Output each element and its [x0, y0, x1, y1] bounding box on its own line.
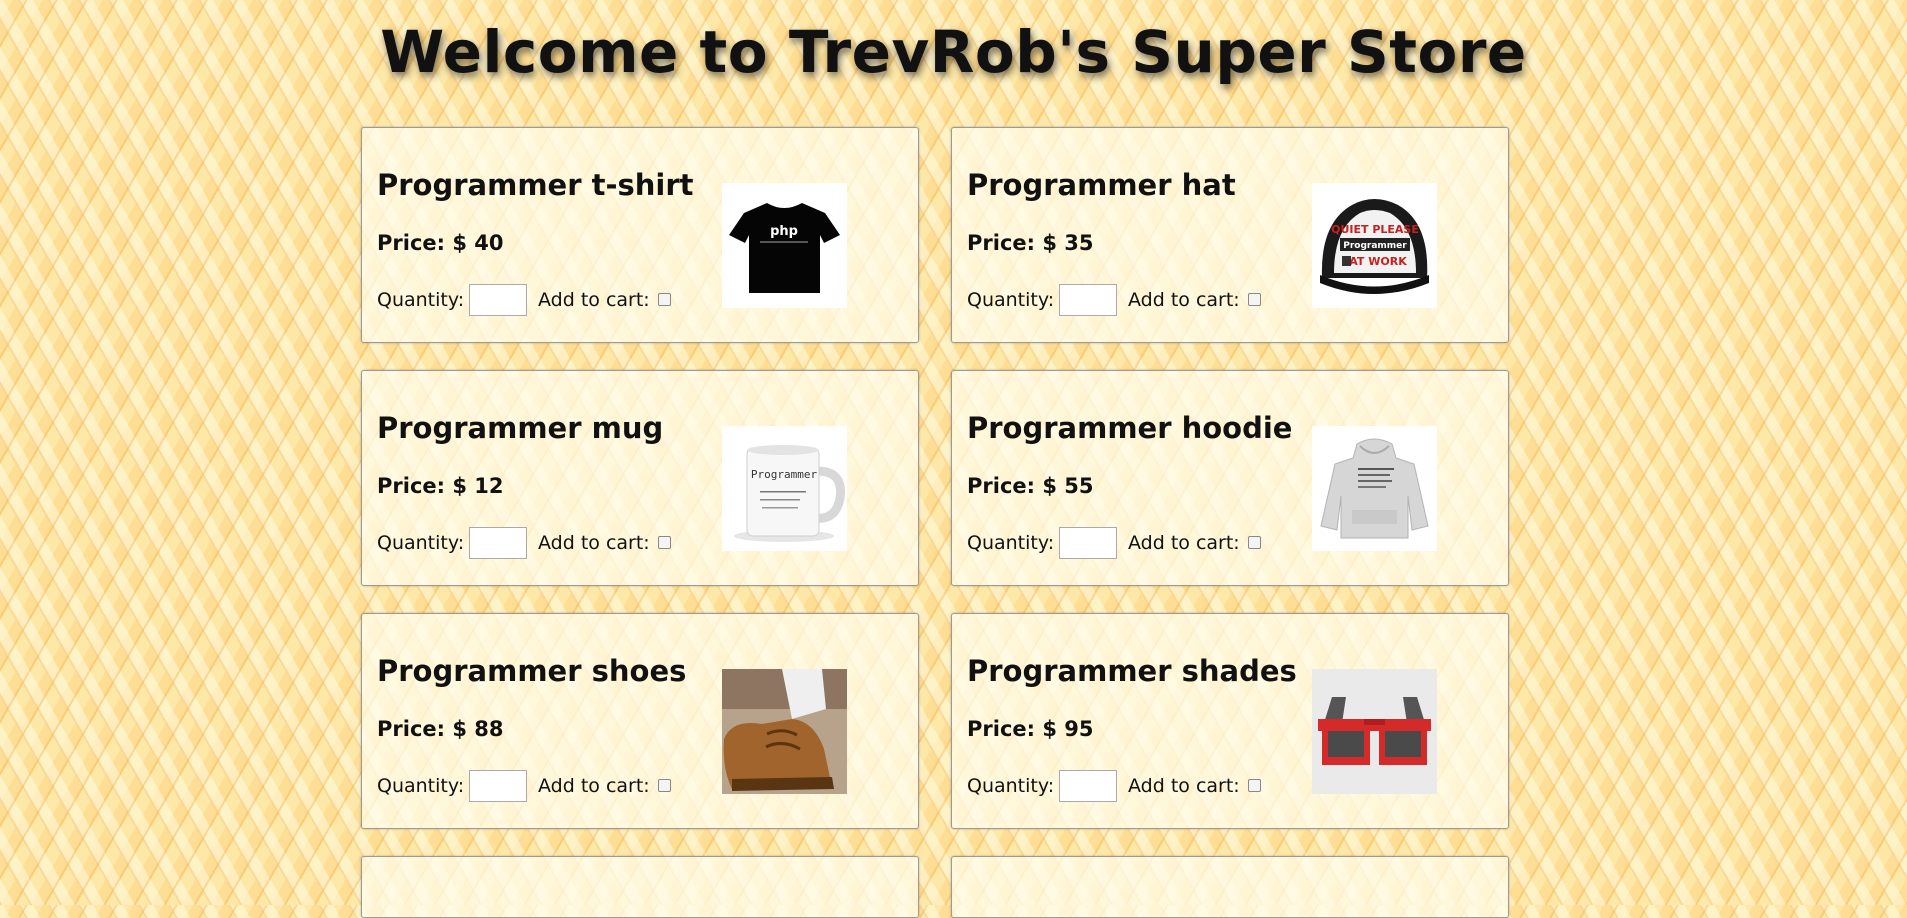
add-to-cart-label: Add to cart: [538, 289, 650, 311]
product-card-shades: Programmer shades Price: $ 95 Quantity: … [951, 613, 1509, 829]
product-image-mug: Programmer [722, 426, 847, 551]
add-to-cart-label: Add to cart: [1128, 289, 1240, 311]
product-card-hoodie: Programmer hoodie Price: $ 55 Quantity: … [951, 370, 1509, 586]
product-image-hat: QUIET PLEASE Programmer AT WORK [1312, 183, 1437, 308]
quantity-label: Quantity: [377, 532, 465, 554]
product-image-shades [1312, 669, 1437, 794]
quantity-input[interactable] [1059, 284, 1117, 316]
product-name: Programmer shades [967, 654, 1297, 688]
page-title: Welcome to TrevRob's Super Store [380, 18, 1527, 86]
quantity-input[interactable] [469, 527, 527, 559]
add-to-cart-label: Add to cart: [538, 775, 650, 797]
quantity-label: Quantity: [377, 289, 465, 311]
hat-text-3: AT WORK [1349, 255, 1407, 268]
quantity-input[interactable] [469, 770, 527, 802]
hat-text-1: QUIET PLEASE [1331, 223, 1419, 236]
add-to-cart-label: Add to cart: [1128, 532, 1240, 554]
mug-text: Programmer [751, 468, 818, 481]
hat-text-2: Programmer [1343, 241, 1407, 251]
add-to-cart-checkbox[interactable] [1248, 536, 1261, 549]
product-price: Price: $ 55 [967, 474, 1094, 498]
quantity-label: Quantity: [967, 289, 1055, 311]
product-name: Programmer mug [377, 411, 664, 445]
product-card-shoes: Programmer shoes Price: $ 88 Quantity: A… [361, 613, 919, 829]
quantity-input[interactable] [469, 284, 527, 316]
product-name: Programmer t-shirt [377, 168, 694, 202]
product-card-mug: Programmer mug Price: $ 12 Quantity: Add… [361, 370, 919, 586]
product-card-partial-left [361, 856, 919, 918]
add-to-cart-checkbox[interactable] [1248, 293, 1261, 306]
quantity-label: Quantity: [967, 775, 1055, 797]
quantity-input[interactable] [1059, 527, 1117, 559]
product-image-hoodie [1312, 426, 1437, 551]
quantity-label: Quantity: [967, 532, 1055, 554]
add-to-cart-label: Add to cart: [538, 532, 650, 554]
add-to-cart-checkbox[interactable] [658, 536, 671, 549]
product-price: Price: $ 95 [967, 717, 1094, 741]
product-name: Programmer shoes [377, 654, 687, 688]
product-price: Price: $ 12 [377, 474, 504, 498]
quantity-input[interactable] [1059, 770, 1117, 802]
svg-text:php: php [770, 224, 798, 239]
product-price: Price: $ 40 [377, 231, 504, 255]
quantity-label: Quantity: [377, 775, 465, 797]
add-to-cart-checkbox[interactable] [658, 779, 671, 792]
product-image-shoes [722, 669, 847, 794]
product-card-hat: Programmer hat Price: $ 35 Quantity: Add… [951, 127, 1509, 343]
add-to-cart-checkbox[interactable] [1248, 779, 1261, 792]
product-name: Programmer hoodie [967, 411, 1293, 445]
product-name: Programmer hat [967, 168, 1236, 202]
product-image-tshirt: php [722, 183, 847, 308]
product-price: Price: $ 88 [377, 717, 504, 741]
product-price: Price: $ 35 [967, 231, 1094, 255]
product-card-partial-right [951, 856, 1509, 918]
add-to-cart-label: Add to cart: [1128, 775, 1240, 797]
product-card-tshirt: Programmer t-shirt Price: $ 40 Quantity:… [361, 127, 919, 343]
add-to-cart-checkbox[interactable] [658, 293, 671, 306]
